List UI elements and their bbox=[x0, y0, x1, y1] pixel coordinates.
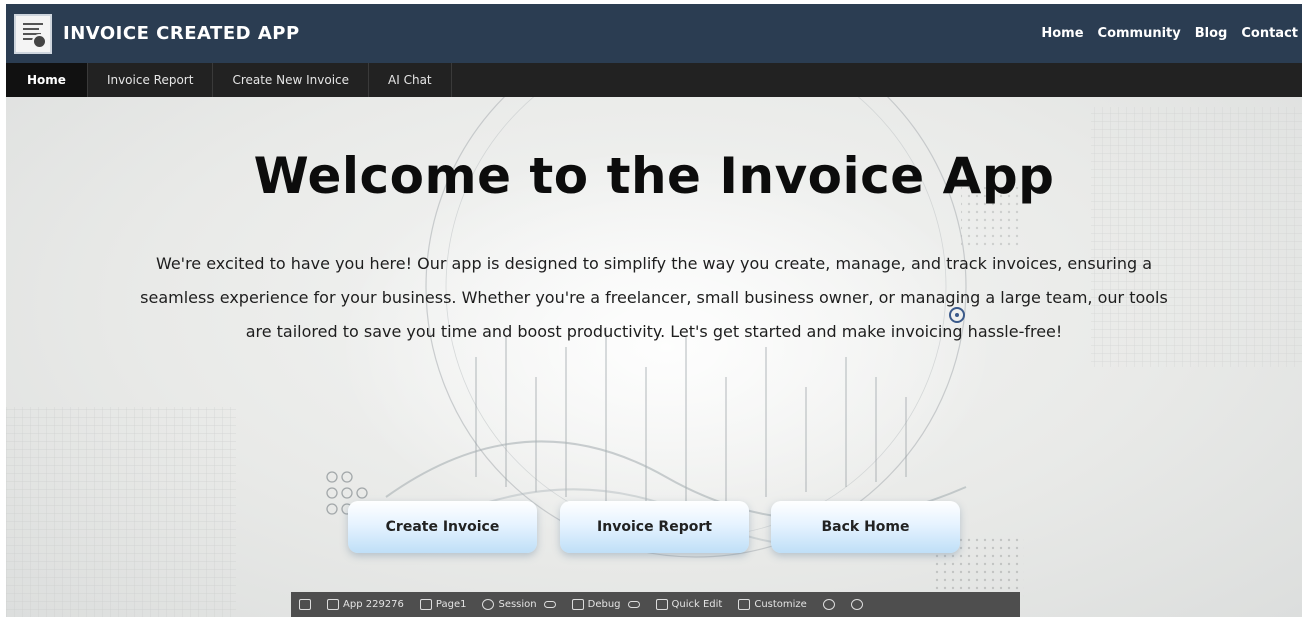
top-nav-contact[interactable]: Contact bbox=[1241, 26, 1298, 41]
tab-home[interactable]: Home bbox=[6, 63, 88, 97]
toolbar-quick-edit[interactable]: Quick Edit bbox=[648, 599, 731, 610]
toolbar-session[interactable]: Session bbox=[474, 599, 563, 610]
page-icon bbox=[419, 599, 432, 610]
info-icon bbox=[822, 599, 835, 610]
header-bar: INVOICE CREATED APP Home Community Blog … bbox=[6, 4, 1302, 63]
top-nav: Home Community Blog Contact bbox=[1041, 26, 1298, 41]
quick-edit-icon bbox=[655, 599, 668, 610]
top-nav-community[interactable]: Community bbox=[1098, 26, 1181, 41]
toolbar-info[interactable] bbox=[815, 599, 843, 610]
toolbar-session-label: Session bbox=[498, 599, 537, 610]
tab-ai-chat[interactable]: AI Chat bbox=[369, 63, 452, 97]
back-home-button[interactable]: Back Home bbox=[771, 501, 960, 553]
customize-icon bbox=[738, 599, 751, 610]
app-window: INVOICE CREATED APP Home Community Blog … bbox=[6, 4, 1302, 617]
toolbar-customize[interactable]: Customize bbox=[730, 599, 815, 610]
toolbar-app[interactable]: App 229276 bbox=[319, 599, 412, 610]
tab-create-new-invoice[interactable]: Create New Invoice bbox=[213, 63, 370, 97]
app-brand-title: INVOICE CREATED APP bbox=[63, 23, 300, 44]
invoice-document-icon[interactable] bbox=[14, 13, 52, 54]
toolbar-customize-label: Customize bbox=[754, 599, 807, 610]
toolbar-debug[interactable]: Debug bbox=[564, 599, 648, 610]
toolbar-debug-label: Debug bbox=[587, 599, 621, 610]
top-nav-home[interactable]: Home bbox=[1041, 26, 1083, 41]
toolbar-page-label: Page1 bbox=[435, 599, 467, 610]
debug-toggle-icon[interactable] bbox=[627, 601, 640, 608]
toolbar-app-label: App 229276 bbox=[343, 599, 404, 610]
sub-nav: Home Invoice Report Create New Invoice A… bbox=[6, 63, 1302, 97]
invoice-report-button[interactable]: Invoice Report bbox=[560, 501, 749, 553]
hero-description: We're excited to have you here! Our app … bbox=[140, 254, 1168, 341]
mouse-cursor-icon bbox=[949, 307, 965, 323]
top-nav-blog[interactable]: Blog bbox=[1195, 26, 1228, 41]
session-toggle-icon[interactable] bbox=[543, 601, 556, 608]
create-invoice-button[interactable]: Create Invoice bbox=[348, 501, 537, 553]
settings-gear-icon bbox=[850, 599, 863, 610]
hero-title: Welcome to the Invoice App bbox=[253, 147, 1055, 205]
home-icon bbox=[299, 599, 311, 610]
toolbar-home[interactable] bbox=[291, 599, 319, 610]
tab-invoice-report[interactable]: Invoice Report bbox=[88, 63, 214, 97]
edit-icon bbox=[327, 599, 339, 610]
toolbar-settings[interactable] bbox=[843, 599, 871, 610]
debug-icon bbox=[571, 599, 584, 610]
hero-section: Welcome to the Invoice App We're excited… bbox=[6, 97, 1302, 617]
toolbar-page[interactable]: Page1 bbox=[412, 599, 475, 610]
developer-toolbar: App 229276 Page1 Session Debug Quick Edi… bbox=[291, 592, 1020, 617]
toolbar-quick-edit-label: Quick Edit bbox=[671, 599, 723, 610]
session-icon bbox=[482, 599, 495, 610]
